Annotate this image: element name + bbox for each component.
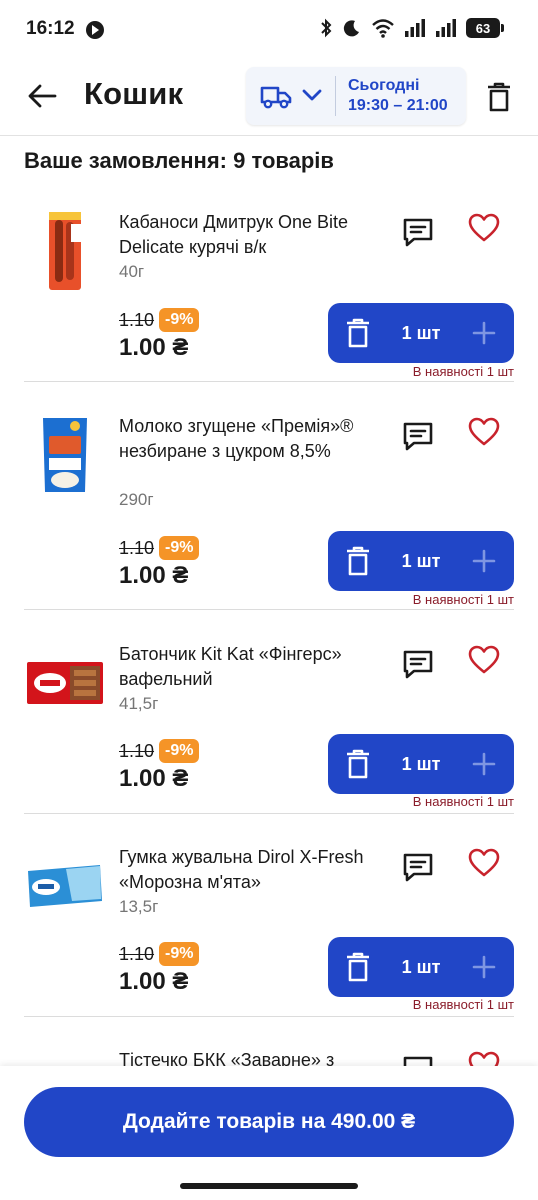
stock-status: В наявності 1 шт [412,592,514,607]
discount-badge: -9% [159,739,200,763]
old-price: 1.10 [119,538,155,558]
plus-icon[interactable] [472,549,496,573]
cart-item: Батончик Kit Kat «Фінгерс» вафельний 41,… [0,642,538,814]
stock-status: В наявності 1 шт [412,997,514,1012]
favorite-button[interactable] [468,644,500,676]
bottom-action-panel: Додайте товарів на 490.00 ₴ [0,1066,538,1200]
discount-badge: -9% [159,536,200,560]
plus-icon[interactable] [472,321,496,345]
comment-icon [403,422,433,451]
status-icons: 63 [319,18,504,38]
comment-button[interactable] [402,851,434,883]
old-price: 1.10 [119,944,155,964]
product-name[interactable]: Батончик Kit Kat «Фінгерс» вафельний [119,642,369,692]
clear-cart-button[interactable] [484,80,514,114]
favorite-button[interactable] [468,847,500,879]
discount-badge: -9% [159,942,200,966]
battery-icon: 63 [466,18,504,38]
stock-status: В наявності 1 шт [412,364,514,379]
product-weight: 41,5г [119,694,159,713]
heart-icon [468,213,500,242]
comment-button[interactable] [402,648,434,680]
product-image [24,642,106,724]
product-name[interactable]: Молоко згущене «Премія»® незбиране з цук… [119,414,369,464]
product-weight: 40г [119,262,145,281]
delivery-window: 19:30 – 21:00 [348,97,448,114]
product-image [24,210,106,292]
heart-icon [468,645,500,674]
quantity-stepper: 1 шт [328,734,514,794]
cart-item: Кабаноси Дмитрук One Bite Delicate куряч… [0,210,538,382]
current-price: 1.00 ₴ [119,334,189,361]
heart-icon [468,848,500,877]
signal-icon-1 [405,19,425,37]
signal-icon-2 [436,19,456,37]
battery-level: 63 [475,20,491,36]
quantity-stepper: 1 шт [328,531,514,591]
moon-icon [343,20,359,37]
product-weight: 290г [119,490,154,509]
heart-icon [468,417,500,446]
chevron-down-icon [302,89,322,101]
dirol-package-image [28,865,102,907]
product-image [24,414,106,496]
discount-badge: -9% [159,308,200,332]
trash-icon [488,82,510,112]
comment-icon [403,853,433,882]
comment-button[interactable] [402,420,434,452]
item-divider [24,609,514,610]
status-bar: 16:12 63 [0,0,538,62]
comment-button[interactable] [402,216,434,248]
delivery-truck-icon [260,86,292,109]
chip-divider [335,76,336,116]
current-price: 1.00 ₴ [119,562,189,589]
wifi-icon [372,19,394,38]
current-price: 1.00 ₴ [119,968,189,995]
cart-item: Молоко згущене «Премія»® незбиране з цук… [0,414,538,610]
item-divider [24,1016,514,1017]
stock-status: В наявності 1 шт [412,794,514,809]
old-price: 1.10 [119,310,155,330]
favorite-button[interactable] [468,416,500,448]
kabanosy-package-image [49,212,81,290]
order-summary-title: Ваше замовлення: 9 товарів [24,148,334,173]
home-indicator[interactable] [180,1183,358,1189]
plus-icon[interactable] [472,955,496,979]
cart-item: Гумка жувальна Dirol X-Fresh «Морозна м'… [0,845,538,1017]
notification-app-icon [86,21,104,39]
condensed-milk-package-image [43,418,87,492]
item-divider [24,813,514,814]
delivery-time: Сьогодні 19:30 – 21:00 [348,76,448,116]
product-image [24,845,106,927]
bluetooth-icon [321,18,332,38]
back-arrow-icon [28,84,57,108]
product-name[interactable]: Кабаноси Дмитрук One Bite Delicate куряч… [119,210,369,260]
comment-icon [403,650,433,679]
quantity-stepper: 1 шт [328,303,514,363]
product-name[interactable]: Гумка жувальна Dirol X-Fresh «Морозна м'… [119,845,369,895]
delivery-slot-selector[interactable]: Сьогодні 19:30 – 21:00 [246,67,466,125]
status-time: 16:12 [26,18,75,39]
page-title: Кошик [84,76,184,111]
add-more-items-button[interactable]: Додайте товарів на 490.00 ₴ [24,1087,514,1157]
comment-icon [403,218,433,247]
delivery-day: Сьогодні [348,77,420,94]
quantity-stepper: 1 шт [328,937,514,997]
item-divider [24,381,514,382]
favorite-button[interactable] [468,212,500,244]
kitkat-package-image [27,662,103,704]
app-header: Кошик Сьогодні 19:30 – 21:00 [0,62,538,136]
old-price: 1.10 [119,741,155,761]
product-weight: 13,5г [119,897,159,916]
current-price: 1.00 ₴ [119,765,189,792]
plus-icon[interactable] [472,752,496,776]
back-button[interactable] [24,78,60,114]
